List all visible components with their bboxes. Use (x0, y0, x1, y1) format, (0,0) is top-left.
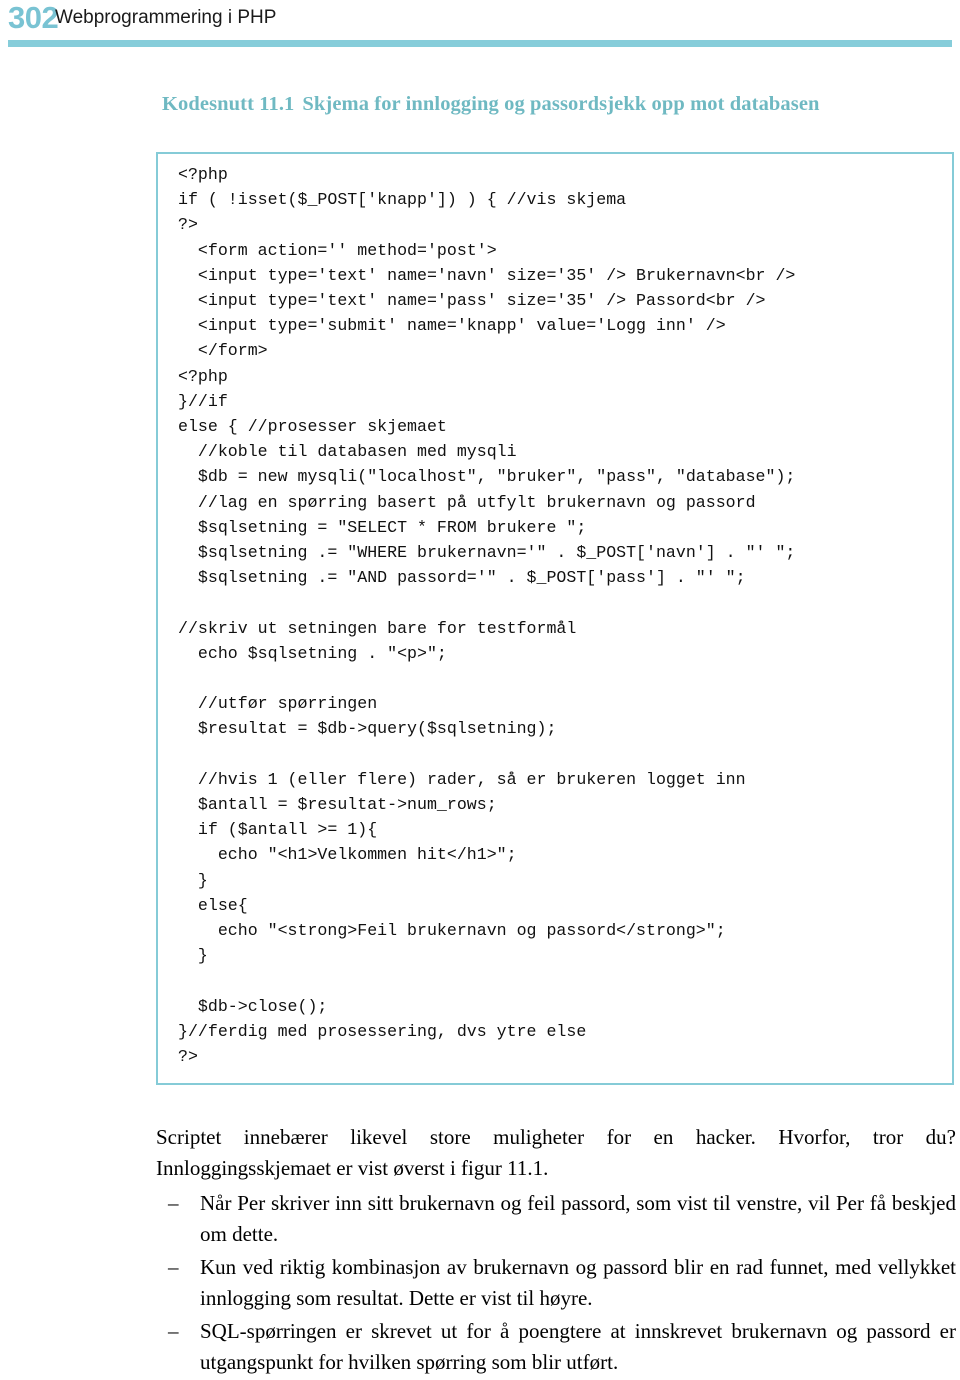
list-item-text: Når Per skriver inn sitt brukernavn og f… (200, 1191, 956, 1246)
list-item-text: SQL-spørringen er skrevet ut for å poeng… (200, 1319, 956, 1374)
code-snippet-caption: Kodesnutt 11.1 Skjema for innlogging og p… (162, 93, 820, 116)
code-snippet-title: Skjema for innlogging og passordsjekk op… (302, 93, 820, 115)
explanation-bullet-list: – Når Per skriver inn sitt brukernavn og… (156, 1188, 956, 1378)
list-item: – Når Per skriver inn sitt brukernavn og… (156, 1188, 956, 1250)
dash-bullet-icon: – (168, 1191, 179, 1215)
dash-bullet-icon: – (168, 1319, 179, 1343)
code-block-right-rule (952, 152, 954, 1085)
body-prose: Scriptet innebærer likevel store mulighe… (156, 1122, 956, 1380)
page-number: 302 (8, 0, 59, 35)
list-item: – Kun ved riktig kombinasjon av brukerna… (156, 1252, 956, 1314)
intro-paragraph: Scriptet innebærer likevel store mulighe… (156, 1125, 956, 1180)
list-item: – SQL-spørringen er skrevet ut for å poe… (156, 1316, 956, 1378)
running-head-title: Webprogrammering i PHP (55, 7, 277, 28)
php-code-listing: <?php if ( !isset($_POST['knapp']) ) { /… (178, 165, 796, 1067)
page-header: 302 Webprogrammering i PHP (0, 0, 960, 56)
code-snippet-label: Kodesnutt 11.1 (162, 93, 295, 115)
dash-bullet-icon: – (168, 1255, 179, 1279)
header-rule (8, 40, 952, 47)
list-item-text: Kun ved riktig kombinasjon av brukernavn… (200, 1255, 956, 1310)
